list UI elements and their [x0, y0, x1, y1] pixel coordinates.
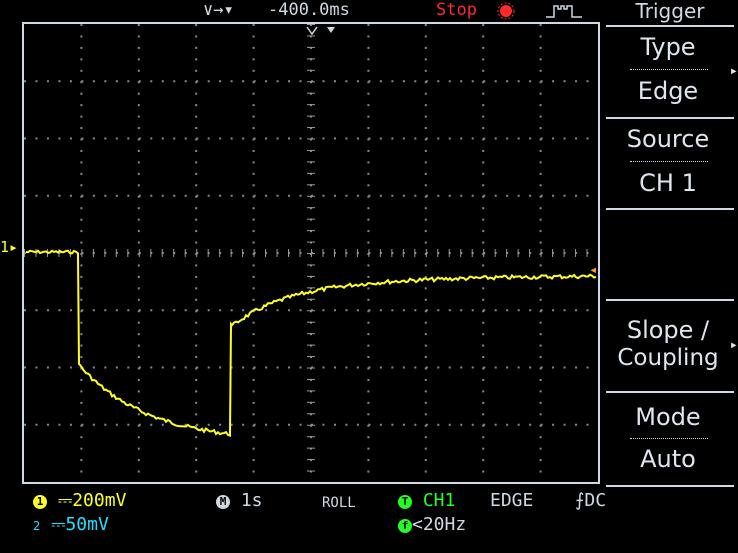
ch2-scale: 50mV [65, 514, 109, 535]
frequency-value: <20Hz [412, 514, 467, 535]
ch2-coupling-icon: ⎓ [51, 514, 66, 535]
menu-item-mode[interactable]: Mode Auto [602, 393, 738, 483]
trigger-slope-icon: ⨍ [575, 490, 585, 511]
trigger-position-marker: ∨→▾ [203, 0, 234, 20]
trigger-point-marker [305, 22, 341, 41]
run-state-label: Stop [436, 0, 477, 20]
menu-item-source[interactable]: Source CH 1 [602, 119, 738, 207]
top-status-bar: ∨→▾ -400.0ms Stop [0, 0, 600, 22]
frequency-badge-icon: f [398, 519, 412, 533]
timebase-readout[interactable]: M 1s [216, 490, 263, 512]
trigger-slope-coupling: ⨍DC [575, 490, 606, 512]
menu-coupling-label: Coupling [617, 345, 719, 371]
submenu-arrow-icon: ▸ [729, 337, 738, 353]
ch1-coupling-icon: ⎓ [57, 490, 73, 511]
trigger-source-readout[interactable]: T CH1 [398, 490, 455, 512]
menu-dotted-separator [630, 438, 708, 439]
menu-mode-value: Auto [640, 445, 696, 473]
ch1-ground-marker[interactable]: 1▸ [0, 238, 18, 256]
menu-type-label: Type [640, 33, 696, 61]
menu-mode-label: Mode [635, 403, 701, 431]
trigger-menu: Trigger Type Edge ▸ Source CH 1 Slope / … [602, 0, 738, 487]
acquisition-mode: ROLL [322, 495, 356, 511]
menu-dotted-separator [630, 69, 708, 70]
ch2-badge-icon: 2 [33, 519, 41, 533]
menu-title: Trigger [635, 0, 705, 23]
submenu-arrow-icon: ▸ [729, 63, 738, 79]
menu-item-slope-coupling[interactable]: Slope / Coupling ▸ [602, 301, 738, 389]
menu-item-empty[interactable] [602, 210, 738, 298]
bottom-status-bar: 1 ⎓200mV 2 ⎓50mV M 1s ROLL T CH1 EDGE ⨍D… [0, 486, 738, 553]
waveform-display[interactable] [22, 22, 600, 484]
ch1-scale-readout[interactable]: 1 ⎓200mV [33, 490, 126, 512]
trigger-type: EDGE [490, 490, 534, 511]
ch1-badge-icon: 1 [33, 495, 47, 509]
menu-slope-label: Slope / [626, 316, 710, 344]
trigger-level-marker[interactable]: ◂ [589, 262, 597, 278]
menu-dotted-separator [630, 161, 708, 162]
ch2-scale-readout[interactable]: 2 ⎓50mV [33, 514, 109, 537]
ch1-waveform-trace [25, 249, 597, 438]
trigger-source: CH1 [422, 490, 456, 511]
menu-item-type[interactable]: Type Edge ▸ [602, 27, 738, 115]
trigger-badge-icon: T [398, 495, 412, 509]
timebase-badge-icon: M [216, 495, 230, 509]
menu-type-value: Edge [637, 77, 699, 105]
menu-source-label: Source [626, 125, 710, 153]
ch1-scale: 200mV [72, 490, 127, 511]
frequency-readout: f <20Hz [398, 514, 466, 536]
timebase-scale: 1s [240, 490, 263, 511]
trigger-coupling: DC [584, 490, 607, 511]
menu-source-value: CH 1 [639, 169, 697, 197]
time-offset-readout: -400.0ms [268, 0, 350, 20]
